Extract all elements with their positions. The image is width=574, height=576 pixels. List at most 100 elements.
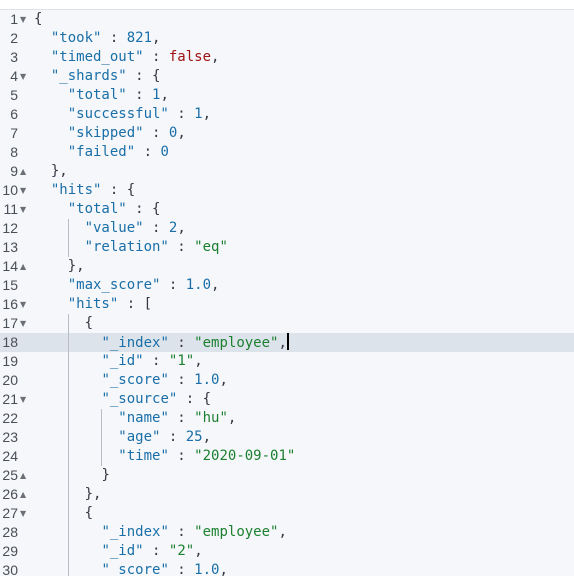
- code-line[interactable]: 10 ▼ "hits" : {: [0, 181, 574, 200]
- json-punctuation: : {: [177, 391, 212, 407]
- json-punctuation: :: [143, 49, 169, 65]
- json-key: "_source": [101, 391, 178, 407]
- json-punctuation: ,: [211, 277, 220, 293]
- json-number: 1.0: [194, 562, 220, 576]
- json-key: "name": [118, 410, 169, 426]
- line-number: 24: [2, 448, 18, 464]
- code-line[interactable]: 29 "_id" : "2",: [0, 542, 574, 561]
- json-key: "total": [67, 87, 127, 103]
- fold-arrow-down-icon[interactable]: ▼: [20, 295, 26, 314]
- code-text: "hits" : {: [51, 181, 135, 200]
- code-line[interactable]: 27 ▼ {: [0, 504, 574, 523]
- code-line[interactable]: 19 "_id" : "1",: [0, 352, 574, 371]
- code-text: "_index" : "employee",: [101, 523, 286, 542]
- code-line[interactable]: 5 "total" : 1,: [0, 86, 574, 105]
- line-number: 26: [2, 486, 18, 502]
- code-text: "_id" : "1",: [101, 352, 202, 371]
- code-line[interactable]: 7 "skipped" : 0,: [0, 124, 574, 143]
- code-line[interactable]: 28 "_index" : "employee",: [0, 523, 574, 542]
- code-line[interactable]: 14 ▲},: [0, 257, 574, 276]
- indent-guide: [101, 409, 103, 466]
- fold-arrow-down-icon[interactable]: ▼: [20, 390, 26, 409]
- json-key: "_score": [101, 562, 169, 576]
- json-punctuation: },: [67, 258, 85, 274]
- indent-guide: [67, 314, 69, 576]
- code-line[interactable]: 18 "_index" : "employee",: [0, 333, 574, 352]
- code-line[interactable]: 22 "name" : "hu",: [0, 409, 574, 428]
- indent-guide: [67, 219, 69, 257]
- json-punctuation: {: [84, 315, 94, 331]
- code-line[interactable]: 4 ▼ "_shards" : {: [0, 67, 574, 86]
- json-punctuation: ,: [278, 335, 287, 351]
- code-line[interactable]: 20 "_score" : 1.0,: [0, 371, 574, 390]
- code-line[interactable]: 6 "successful" : 1,: [0, 105, 574, 124]
- json-key: "total": [67, 201, 127, 217]
- json-punctuation: : [: [118, 296, 153, 312]
- line-number: 10: [2, 182, 18, 198]
- json-number: 821: [126, 30, 153, 46]
- fold-arrow-up-icon[interactable]: ▲: [20, 257, 26, 276]
- json-punctuation: ,: [278, 524, 287, 540]
- json-punctuation: },: [50, 163, 68, 179]
- code-line[interactable]: 26 ▲},: [0, 485, 574, 504]
- code-text: "hits" : [: [68, 295, 152, 314]
- json-string: "hu": [194, 410, 228, 426]
- json-string: "1": [168, 353, 195, 369]
- code-editor[interactable]: 1 ▼{2 "took" : 821, 3 "timed_out" : false, 4 ▼…: [0, 9, 574, 576]
- code-line[interactable]: 17 ▼ {: [0, 314, 574, 333]
- code-line[interactable]: 8 "failed" : 0: [0, 143, 574, 162]
- json-key: "max_score": [67, 277, 161, 293]
- code-line[interactable]: 15 "max_score" : 1.0,: [0, 276, 574, 295]
- line-number: 30: [2, 562, 18, 576]
- code-line[interactable]: 9 ▲},: [0, 162, 574, 181]
- json-punctuation: :: [143, 543, 169, 559]
- json-punctuation: :: [168, 106, 195, 122]
- fold-arrow-up-icon[interactable]: ▲: [20, 466, 26, 485]
- json-punctuation: :: [143, 353, 169, 369]
- json-key: "value": [84, 220, 144, 236]
- json-key: "_index": [101, 524, 169, 540]
- code-text: "total" : 1,: [68, 86, 169, 105]
- line-number: 21: [2, 391, 18, 407]
- fold-arrow-up-icon[interactable]: ▲: [20, 485, 26, 504]
- fold-arrow-down-icon[interactable]: ▼: [20, 314, 26, 333]
- fold-arrow-down-icon[interactable]: ▼: [20, 504, 26, 523]
- code-line[interactable]: 25 ▲}: [0, 466, 574, 485]
- code-line[interactable]: 21 ▼ "_source" : {: [0, 390, 574, 409]
- code-line[interactable]: 1 ▼ {: [0, 10, 574, 29]
- line-number: 6: [10, 106, 18, 122]
- json-number: 1: [194, 106, 203, 122]
- line-number: 9: [10, 163, 18, 179]
- code-line[interactable]: 11 ▼ "total" : {: [0, 200, 574, 219]
- json-key: "relation": [84, 239, 169, 255]
- line-number: 3: [10, 49, 18, 65]
- json-punctuation: ,: [227, 410, 237, 426]
- line-number: 23: [2, 429, 18, 445]
- code-line[interactable]: 16 ▼ "hits" : [: [0, 295, 574, 314]
- code-line[interactable]: 12 "value" : 2,: [0, 219, 574, 238]
- code-text: "_shards" : {: [51, 67, 161, 86]
- json-punctuation: :: [143, 125, 169, 141]
- line-number: 17: [2, 315, 18, 331]
- code-line[interactable]: 2 "took" : 821,: [0, 29, 574, 48]
- json-boolean: false: [168, 49, 212, 65]
- json-key: "successful": [67, 106, 169, 122]
- json-punctuation: ,: [152, 30, 161, 46]
- code-line[interactable]: 13 "relation" : "eq": [0, 238, 574, 257]
- fold-arrow-down-icon[interactable]: ▼: [20, 200, 26, 219]
- json-punctuation: :: [135, 144, 161, 160]
- code-line[interactable]: 24 "time" : "2020-09-01": [0, 447, 574, 466]
- text-cursor: [286, 333, 289, 350]
- fold-arrow-down-icon[interactable]: ▼: [20, 10, 26, 29]
- fold-arrow-up-icon[interactable]: ▲: [20, 162, 26, 181]
- line-number: 20: [2, 372, 18, 388]
- code-line[interactable]: 23 "age" : 25,: [0, 428, 574, 447]
- code-line[interactable]: 3 "timed_out" : false,: [0, 48, 574, 67]
- json-key: "time": [118, 448, 169, 464]
- fold-arrow-down-icon[interactable]: ▼: [20, 67, 26, 86]
- json-punctuation: :: [168, 448, 195, 464]
- line-number: 16: [2, 296, 18, 312]
- fold-arrow-down-icon[interactable]: ▼: [20, 181, 26, 200]
- code-text: "age" : 25,: [118, 428, 211, 447]
- code-line[interactable]: 30 "_score" : 1.0,: [0, 561, 574, 576]
